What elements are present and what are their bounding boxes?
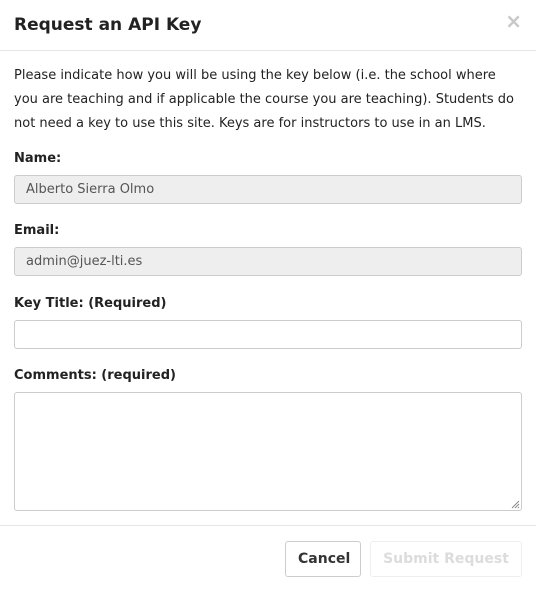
resize-grip-icon[interactable] bbox=[510, 499, 520, 509]
modal-header: Request an API Key × bbox=[0, 0, 536, 51]
name-field[interactable]: Alberto Sierra Olmo bbox=[14, 175, 522, 204]
intro-text: Please indicate how you will be using th… bbox=[14, 68, 514, 131]
submit-request-button[interactable]: Submit Request bbox=[370, 541, 522, 577]
comments-label: Comments: (required) bbox=[14, 368, 176, 383]
modal-title: Request an API Key bbox=[14, 15, 202, 35]
cancel-button[interactable]: Cancel bbox=[285, 541, 361, 577]
close-icon[interactable]: × bbox=[505, 10, 522, 32]
comments-textarea[interactable] bbox=[14, 392, 522, 511]
name-label: Name: bbox=[14, 151, 62, 166]
key-title-input[interactable] bbox=[14, 320, 522, 349]
modal-body: Please indicate how you will be using th… bbox=[14, 51, 522, 511]
modal-footer: Cancel Submit Request bbox=[0, 525, 536, 591]
email-label: Email: bbox=[14, 223, 60, 238]
key-title-label: Key Title: (Required) bbox=[14, 296, 167, 311]
api-key-request-dialog: Request an API Key × Please indicate how… bbox=[0, 0, 536, 591]
email-field[interactable]: admin@juez-lti.es bbox=[14, 247, 522, 276]
